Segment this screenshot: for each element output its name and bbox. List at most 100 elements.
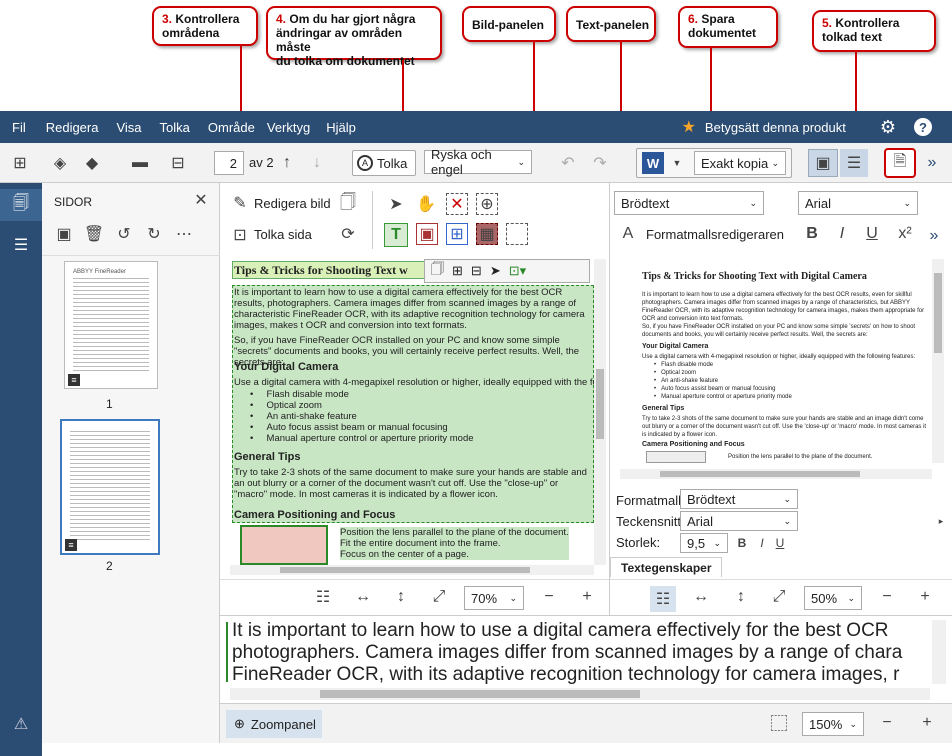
italic-icon[interactable]: I <box>832 223 852 245</box>
format-select[interactable]: Exakt kopia ⌄ <box>694 151 786 175</box>
more-options-icon[interactable]: ⋯ <box>174 223 194 245</box>
bold-icon[interactable]: B <box>802 223 822 245</box>
zoom-out-icon[interactable]: − <box>876 712 898 734</box>
add-area-icon[interactable]: ⊕ <box>476 193 498 215</box>
menu-edit[interactable]: Redigera <box>40 120 105 135</box>
bold-small-icon[interactable]: B <box>734 533 750 553</box>
area-type-icon[interactable]: ⊡▾ <box>509 263 526 279</box>
zoom-out-icon[interactable]: − <box>538 586 560 608</box>
prev-page-icon[interactable]: ↑ <box>278 151 296 175</box>
font-select[interactable]: Arial ⌄ <box>798 191 918 215</box>
hand-icon[interactable]: ✋ <box>416 193 436 215</box>
style-editor-button[interactable]: Formatmallsredigeraren <box>646 227 784 242</box>
zoom-out-icon[interactable]: − <box>876 586 898 608</box>
next-page-icon[interactable]: ↓ <box>308 151 326 175</box>
open-folder-icon[interactable]: ▬ <box>128 151 152 175</box>
text-vscrollbar[interactable] <box>932 259 944 463</box>
scroll-thumb[interactable] <box>660 471 860 477</box>
expand-area-icon[interactable]: ⊞ <box>452 263 463 279</box>
remove-area-icon[interactable]: ✕ <box>446 193 468 215</box>
page-thumbnail-1[interactable]: ABBYY FineReader ≡ <box>64 261 158 389</box>
image-zoom-select[interactable]: 70% ⌄ <box>464 586 524 610</box>
save-page-icon[interactable]: ▣ <box>54 223 74 245</box>
warning-icon[interactable]: ⚠ <box>0 708 42 740</box>
text-hscrollbar[interactable] <box>620 469 932 479</box>
fit-height-icon[interactable]: ↕ <box>730 586 752 608</box>
menu-view[interactable]: Visa <box>110 120 147 135</box>
close-icon[interactable]: ✕ <box>192 191 210 209</box>
fit-page-icon[interactable]: ⤢ <box>768 586 790 608</box>
font-prop-select[interactable]: Arial ⌄ <box>680 511 798 531</box>
text-area-icon[interactable]: T <box>384 223 408 247</box>
pointer-icon[interactable]: ➤ <box>386 193 406 215</box>
background-area-icon[interactable]: ▦ <box>476 223 498 245</box>
language-select[interactable]: Ryska och engel ⌄ <box>424 147 532 177</box>
horizontal-scrollbar[interactable] <box>230 565 594 575</box>
scroll-thumb[interactable] <box>596 369 604 439</box>
delete-page-icon[interactable]: 🗑 <box>84 223 104 245</box>
more-icon[interactable]: » <box>926 227 942 245</box>
scroll-thumb[interactable] <box>934 273 942 353</box>
rate-product-link[interactable]: Betygsätt denna produkt <box>699 120 874 135</box>
fit-width-icon[interactable]: ↔ <box>352 586 374 608</box>
menu-recognize[interactable]: Tolka <box>154 120 196 135</box>
verify-text-icon[interactable]: 🗎 <box>888 152 912 174</box>
zoom-vscrollbar[interactable] <box>932 620 946 684</box>
zoom-hscrollbar[interactable] <box>230 688 930 700</box>
redo-icon[interactable]: ↷ <box>588 151 612 175</box>
edit-image-icon[interactable]: ✎ <box>230 193 250 213</box>
pointer-small-icon[interactable]: ➤ <box>490 263 501 279</box>
menu-help[interactable]: Hjälp <box>320 120 362 135</box>
superscript-icon[interactable]: x² <box>894 223 916 245</box>
style-select[interactable]: Brödtext ⌄ <box>614 191 764 215</box>
recognize-page-button[interactable]: Tolka sida <box>254 227 312 242</box>
zoom-in-icon[interactable]: + <box>576 586 598 608</box>
style-editor-icon[interactable]: A <box>618 223 638 245</box>
table-area-icon[interactable]: ⊞ <box>446 223 468 245</box>
formatmall-select[interactable]: Brödtext ⌄ <box>680 489 798 509</box>
underline-small-icon[interactable]: U <box>772 533 788 553</box>
help-icon[interactable]: ? <box>914 118 932 136</box>
rotate-left-icon[interactable]: ↺ <box>114 223 134 245</box>
picture-area[interactable] <box>240 525 328 565</box>
image-view-icon[interactable]: ▣ <box>808 149 838 177</box>
recognize-button[interactable]: A Tolka <box>352 150 416 176</box>
zoompanel-zoom-select[interactable]: 150% ⌄ <box>802 712 864 736</box>
gear-icon[interactable]: ⚙ <box>874 117 914 138</box>
undo-icon[interactable]: ↶ <box>556 151 580 175</box>
zoom-in-icon[interactable]: + <box>916 712 938 734</box>
recognize-page-icon[interactable]: ⊡ <box>230 225 250 245</box>
shrink-area-icon[interactable]: ⊟ <box>471 263 482 279</box>
menu-file[interactable]: Fil <box>6 120 32 135</box>
picture-area-icon[interactable]: ▣ <box>416 223 438 245</box>
word-icon[interactable]: W <box>642 152 664 174</box>
scroll-thumb[interactable] <box>280 567 530 573</box>
edit-image-button[interactable]: Redigera bild <box>254 196 331 211</box>
scan-icon[interactable]: ⊟ <box>166 151 190 175</box>
menu-area[interactable]: Område <box>202 120 261 135</box>
vertical-scrollbar[interactable] <box>594 259 606 565</box>
page-thumbnail-2[interactable]: ≡ <box>60 419 160 555</box>
tab-text-properties[interactable]: Textegenskaper <box>610 557 722 577</box>
save-dropdown-icon[interactable]: ▼ <box>670 152 684 174</box>
new-task-icon[interactable]: ⊞ <box>8 151 32 175</box>
italic-small-icon[interactable]: I <box>754 533 770 553</box>
pages-icon[interactable]: 🗐 <box>0 189 42 221</box>
list-icon[interactable]: ☰ <box>0 229 42 261</box>
page-number-input[interactable]: 2 <box>214 151 244 175</box>
fit-page-icon[interactable]: ⤢ <box>428 586 450 608</box>
select-area-icon[interactable] <box>506 223 528 245</box>
copy-area-icon[interactable]: 🗍 <box>431 260 444 282</box>
fit-width-icon[interactable]: ↔ <box>690 586 712 608</box>
expand-arrow-icon[interactable]: ▸ <box>936 513 946 529</box>
more-icon[interactable]: » <box>924 153 940 173</box>
fit-height-icon[interactable]: ↕ <box>390 586 412 608</box>
menu-tools[interactable]: Verktyg <box>261 120 316 135</box>
text-view-icon[interactable]: ☰ <box>840 149 868 177</box>
list-toggle-icon[interactable]: ☷ <box>312 586 334 608</box>
underline-icon[interactable]: U <box>862 223 882 245</box>
text-zoom-select[interactable]: 50% ⌄ <box>804 586 862 610</box>
refresh-page-icon[interactable]: ⟳ <box>338 223 358 245</box>
scroll-thumb[interactable] <box>320 690 640 698</box>
zoom-in-icon[interactable]: + <box>914 586 936 608</box>
